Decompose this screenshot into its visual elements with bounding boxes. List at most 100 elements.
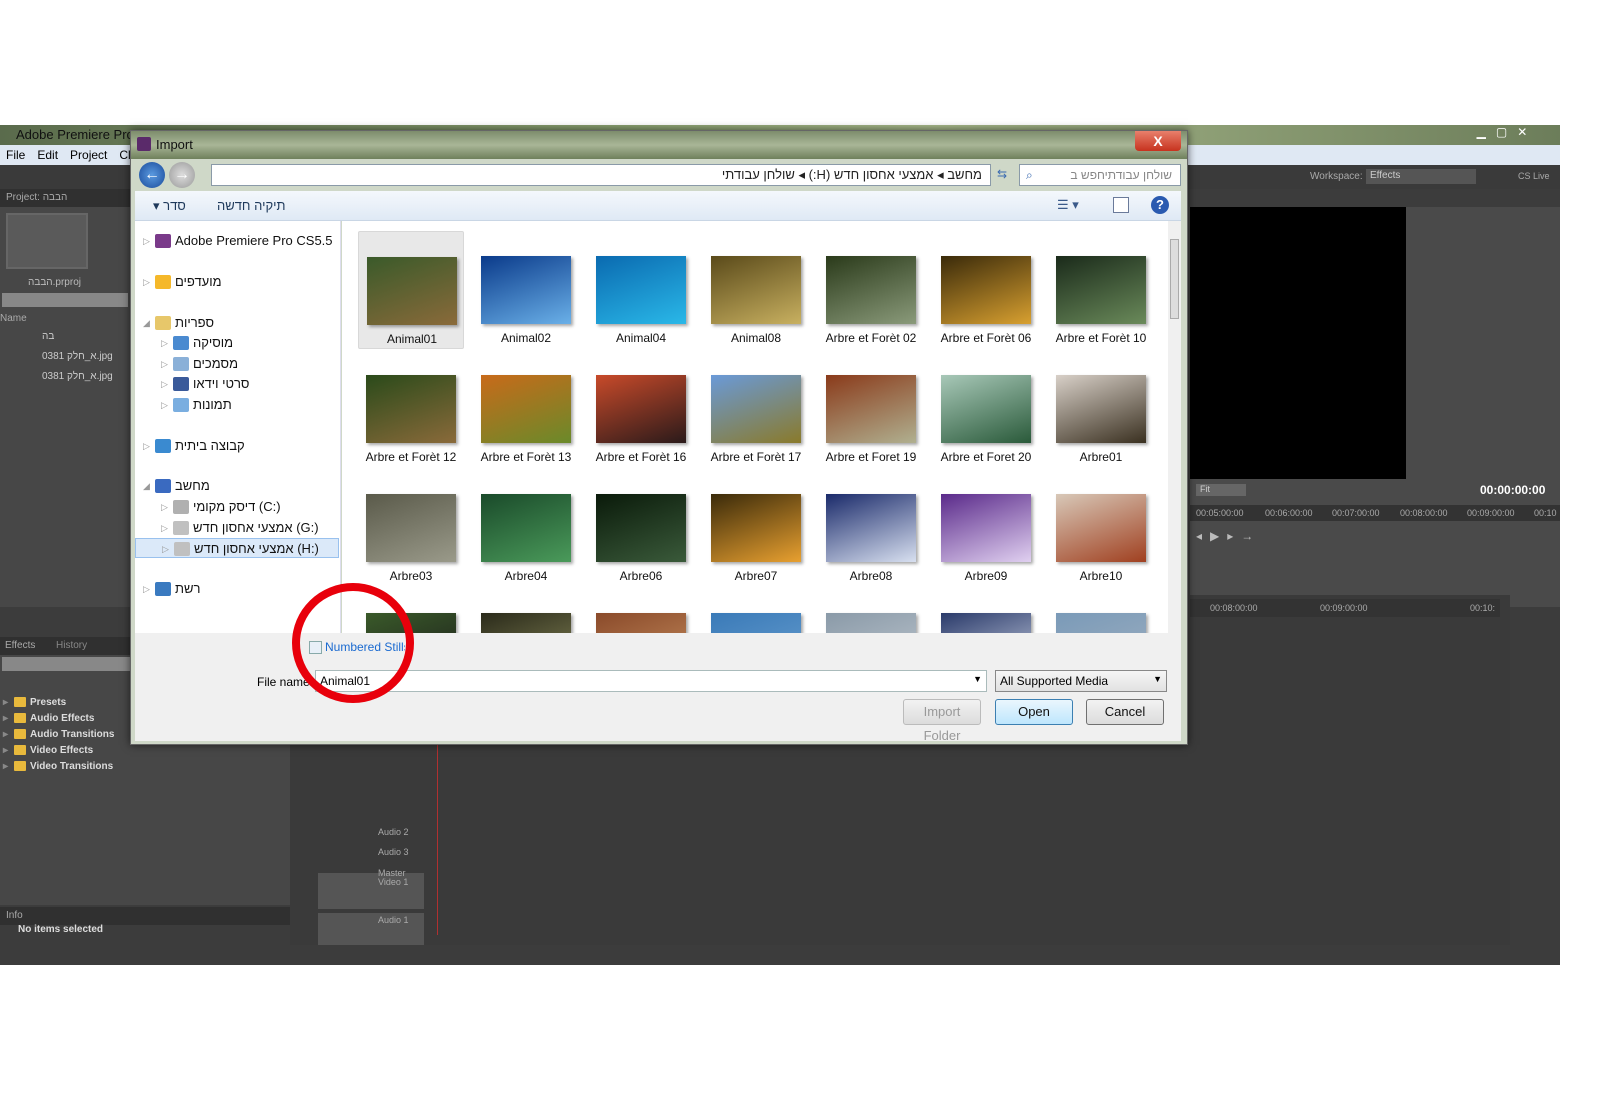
file-tile[interactable] [588,588,694,633]
file-tile[interactable]: Arbre et Forèt 02 [818,231,924,349]
file-tile[interactable]: Arbre01 [1048,350,1154,468]
file-tile[interactable]: Animal08 [703,231,809,349]
nav-item[interactable]: ▷ קבוצה ביתית [135,436,339,456]
expand-icon[interactable]: ▷ [161,354,168,374]
tab-effects[interactable]: Effects [5,640,35,651]
project-tab[interactable]: Project: הבבה [0,189,130,207]
expand-icon[interactable]: ◢ [143,313,150,333]
expand-icon[interactable]: ▷ [161,518,168,538]
window-controls[interactable]: ▁ ▢ ✕ [1470,125,1560,143]
expand-icon[interactable]: ▷ [161,374,168,394]
view-options-icon[interactable]: ☰ ▾ [1057,197,1079,213]
nav-item[interactable]: ▷ סרטי וידאו [135,374,339,394]
forward-button[interactable]: → [169,162,195,188]
project-item[interactable]: בה [42,331,54,342]
back-button[interactable]: ← [139,162,165,188]
help-icon[interactable]: ? [1151,196,1169,214]
expand-icon[interactable]: ▷ [161,497,168,517]
file-tile[interactable] [933,588,1039,633]
nav-item[interactable]: ◢ ספריות [135,313,339,333]
nav-item[interactable]: ◢ מחשב [135,476,339,496]
file-tile[interactable]: Arbre et Foret 19 [818,350,924,468]
breadcrumb-drive-h[interactable]: אמצעי אחסון חדש (H:) [809,167,934,182]
file-tile[interactable]: Animal04 [588,231,694,349]
track-audio-2[interactable]: Audio 2 [378,827,409,837]
effects-video-effects[interactable]: Video Effects [0,743,290,759]
name-column[interactable]: Name [0,313,27,324]
file-tile[interactable]: Arbre03 [358,469,464,587]
nav-item[interactable]: ▷ דיסק מקומי (C:) [135,497,339,517]
expand-icon[interactable]: ▷ [143,436,150,456]
file-tile[interactable]: Animal01 [358,231,464,349]
organize-button[interactable]: סדר ▾ [153,198,186,214]
scroll-thumb[interactable] [1170,239,1179,319]
nav-item[interactable]: ▷ מסמכים [135,354,339,374]
chevron-down-icon[interactable]: ▼ [973,674,982,684]
file-tile[interactable] [473,588,579,633]
path-breadcrumb[interactable]: מחשב ◂ אמצעי אחסון חדש (H:) ◂ שולחן עבוד… [211,164,991,186]
nav-item[interactable]: ▷ מועדפים [135,272,339,292]
cancel-button[interactable]: Cancel [1086,699,1164,725]
cs-live[interactable]: CS Live [1518,171,1550,181]
nav-item[interactable]: ▷ תמונות [135,395,339,415]
menu-project[interactable]: Project [70,148,107,162]
import-folder-button[interactable]: Import Folder [903,699,981,743]
file-tile[interactable] [818,588,924,633]
file-tile[interactable]: Arbre09 [933,469,1039,587]
project-item[interactable]: 0381 א_חלק.jpg [42,351,113,362]
menu-edit[interactable]: Edit [37,148,58,162]
open-button[interactable]: Open [995,699,1073,725]
file-tile[interactable] [703,588,809,633]
project-search[interactable] [2,293,128,307]
file-tile[interactable]: Animal02 [473,231,579,349]
tab-info[interactable]: Info [6,910,23,921]
effects-video-transitions[interactable]: Video Transitions [0,759,290,775]
file-tile[interactable]: Arbre et Foret 20 [933,350,1039,468]
file-tile[interactable]: Arbre08 [818,469,924,587]
file-tile[interactable]: Arbre04 [473,469,579,587]
breadcrumb-desktop[interactable]: שולחן עבודתי [722,167,795,182]
tab-history[interactable]: History [56,640,87,651]
expand-icon[interactable]: ▷ [161,333,168,353]
file-tile[interactable]: Arbre06 [588,469,694,587]
preview-pane-icon[interactable] [1113,197,1129,213]
file-name-input[interactable]: Animal01 ▼ [315,670,987,692]
file-type-select[interactable]: All Supported Media ▼ [995,670,1167,692]
track-master[interactable]: Master [378,868,406,878]
file-tile[interactable]: Arbre et Forèt 13 [473,350,579,468]
menu-file[interactable]: File [6,148,25,162]
monitor-ruler[interactable]: 00:05:00:00 00:06:00:00 00:07:00:00 00:0… [1190,505,1560,521]
file-tile[interactable]: Arbre10 [1048,469,1154,587]
file-tile[interactable]: Arbre et Forèt 12 [358,350,464,468]
search-input[interactable]: שולחן עבודתיחפש ב ⌕ [1019,164,1181,186]
file-tile[interactable]: Arbre et Forèt 17 [703,350,809,468]
close-button[interactable]: X [1135,131,1181,151]
track-audio-3[interactable]: Audio 3 [378,847,409,857]
file-tile[interactable]: Arbre et Forèt 16 [588,350,694,468]
new-folder-button[interactable]: תיקיה חדשה [217,198,286,213]
refresh-icon[interactable]: ⇆ [997,167,1007,181]
file-tile[interactable]: Arbre et Forèt 10 [1048,231,1154,349]
fit-select[interactable]: Fit [1196,484,1246,496]
breadcrumb-computer[interactable]: מחשב [947,167,982,182]
timeline-ruler[interactable]: 00:08:00:00 00:09:00:00 00:10: [1190,599,1500,617]
expand-icon[interactable]: ▷ [162,539,169,559]
project-item[interactable]: 0381 א_חלק.jpg [42,371,113,382]
nav-item[interactable]: ▷ רשת [135,579,339,599]
track-audio-1[interactable]: Audio 1 [318,913,424,945]
nav-item[interactable]: ▷ אמצעי אחסון חדש (H:) [135,538,339,558]
expand-icon[interactable]: ▷ [143,579,150,599]
nav-item[interactable]: ▷ Adobe Premiere Pro CS5.5 [135,231,339,251]
workspace-select[interactable]: Effects [1366,169,1476,184]
expand-icon[interactable]: ▷ [143,272,150,292]
transport-controls[interactable]: ◂▶▸→ [1196,529,1261,543]
expand-icon[interactable]: ▷ [143,231,150,251]
file-tile[interactable] [1048,588,1154,633]
nav-item[interactable]: ▷ מוסיקה [135,333,339,353]
track-video-1[interactable]: Video 1 [318,873,424,909]
expand-icon[interactable]: ▷ [161,395,168,415]
expand-icon[interactable]: ◢ [143,476,150,496]
file-scrollbar[interactable] [1168,221,1181,633]
file-tile[interactable]: Arbre et Forèt 06 [933,231,1039,349]
nav-item[interactable]: ▷ אמצעי אחסון חדש (G:) [135,518,339,538]
